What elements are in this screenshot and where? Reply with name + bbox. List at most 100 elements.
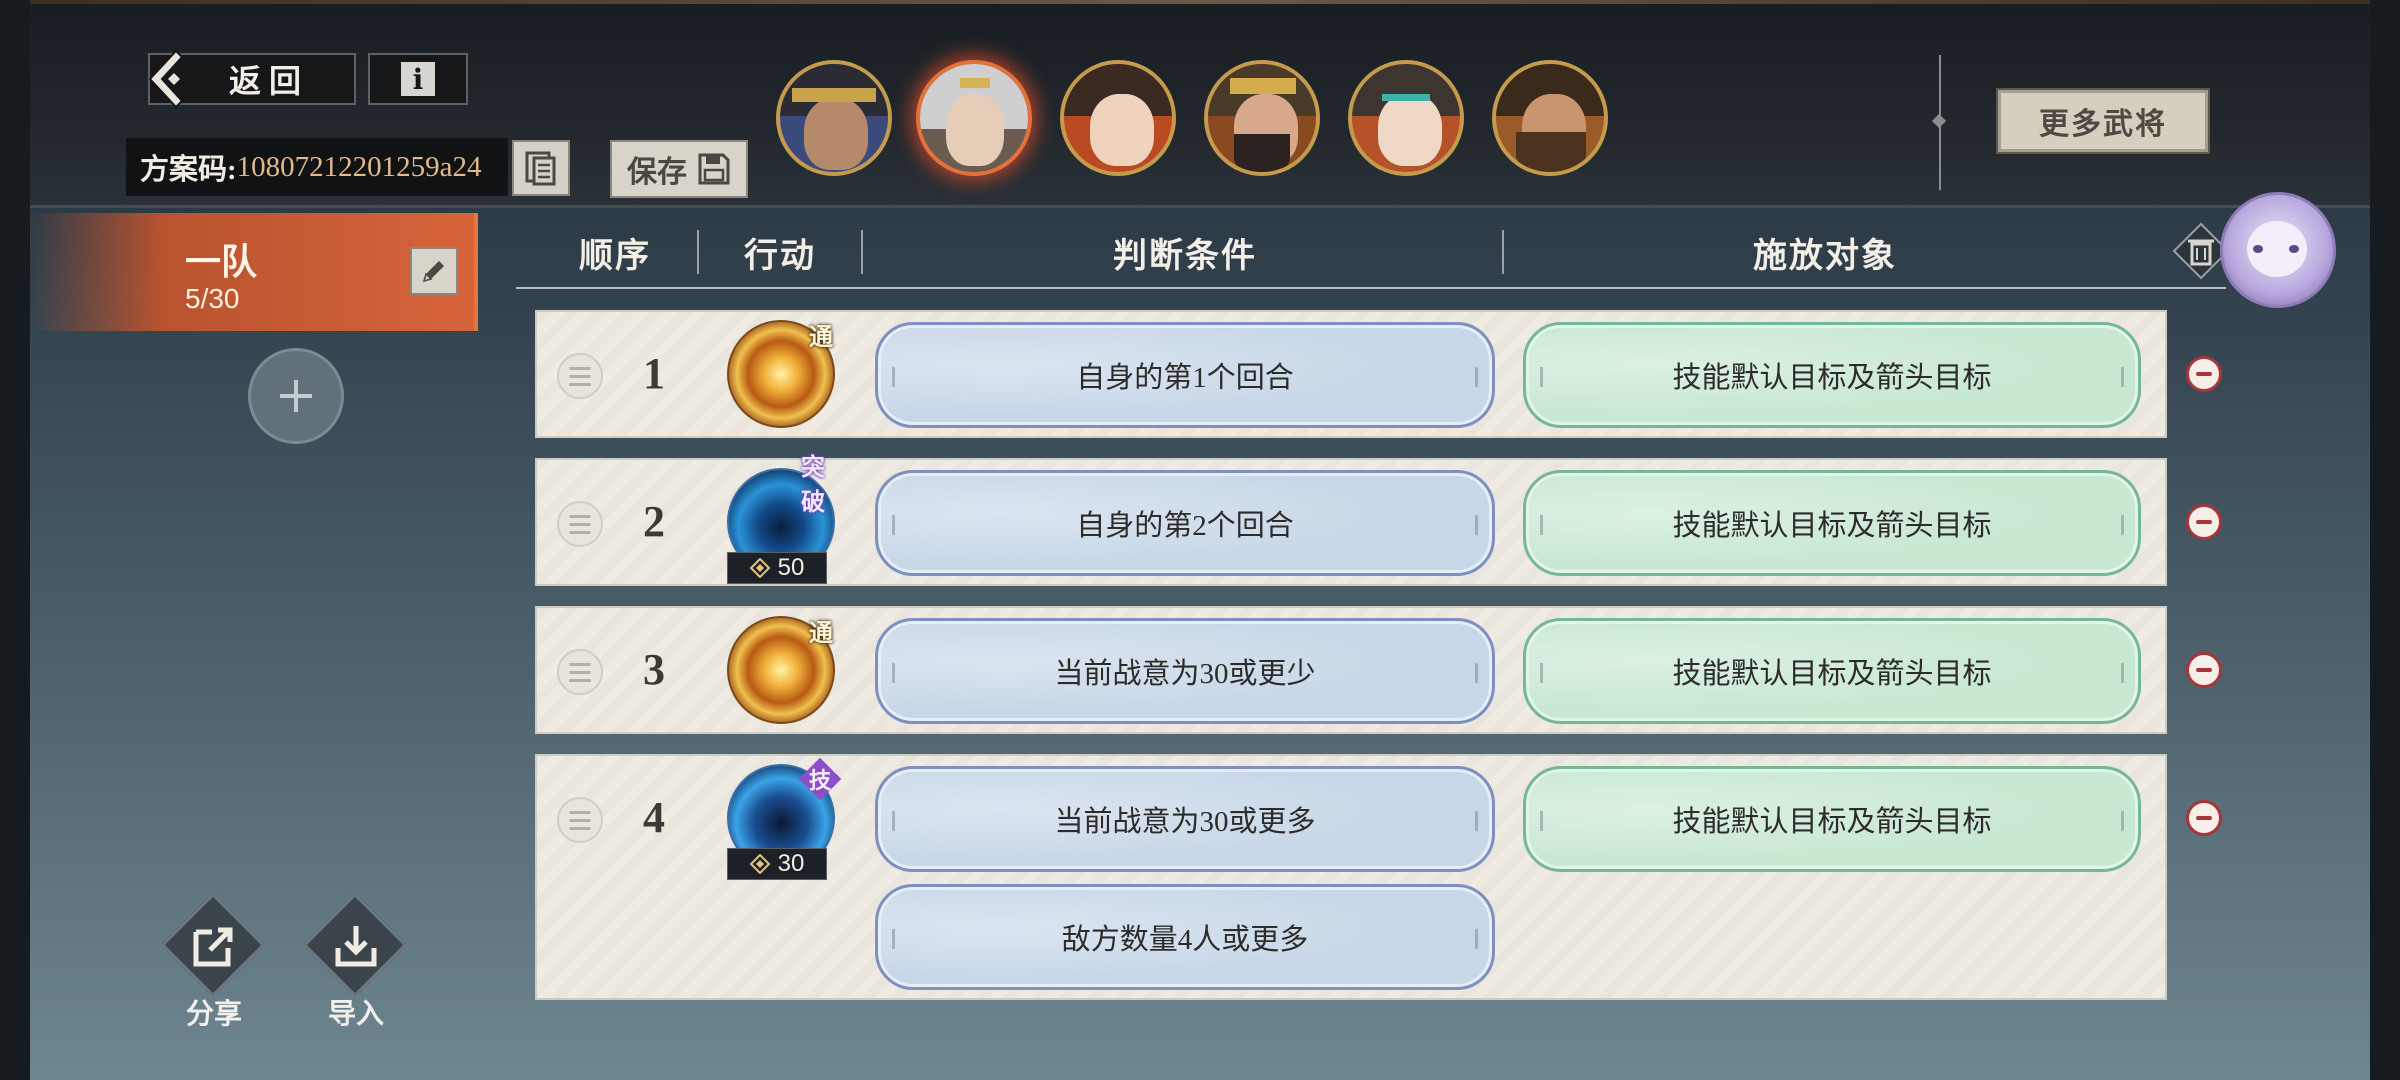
- pill-tick: [2121, 515, 2124, 535]
- target-text: 技能默认目标及箭头目标: [1672, 362, 1992, 394]
- condition-pill[interactable]: 当前战意为30或更多: [875, 766, 1495, 872]
- plan-code-label: 方案码:: [140, 154, 237, 186]
- skill-type-badge: 突破: [801, 455, 841, 516]
- remove-row-button[interactable]: [2186, 800, 2222, 836]
- pill-tick: [1540, 663, 1543, 683]
- info-button[interactable]: i: [368, 53, 468, 105]
- target-pill[interactable]: 技能默认目标及箭头目标: [1523, 766, 2141, 872]
- skill-action-icon[interactable]: 通: [727, 320, 835, 428]
- action-row[interactable]: 1 通自身的第1个回合 技能默认目标及箭头目标: [535, 310, 2167, 438]
- pill-tick: [892, 811, 895, 831]
- assistant-mascot-avatar[interactable]: [2220, 192, 2336, 308]
- pill-tick: [892, 929, 895, 949]
- share-label: 分享: [185, 999, 242, 1030]
- skill-type-text: 通: [809, 620, 833, 647]
- general-avatar-5[interactable]: [1348, 60, 1464, 176]
- right-frame-edge: [2370, 0, 2400, 1080]
- condition-pill[interactable]: 自身的第1个回合: [875, 322, 1495, 428]
- share-button[interactable]: 分享: [160, 892, 266, 1030]
- skill-type-text: 突破: [801, 455, 825, 516]
- drag-handle-icon[interactable]: [557, 501, 603, 547]
- save-disk-icon: [698, 153, 730, 185]
- remove-row-button[interactable]: [2186, 504, 2222, 540]
- condition-text: 自身的第2个回合: [1076, 510, 1294, 542]
- condition-text: 敌方数量4人或更多: [1061, 924, 1309, 956]
- row-order-number: 4: [643, 793, 665, 842]
- target-pill[interactable]: 技能默认目标及箭头目标: [1523, 322, 2141, 428]
- general-avatar-2[interactable]: [916, 60, 1032, 176]
- team-count: 5/30: [185, 283, 240, 314]
- condition-pill[interactable]: 当前战意为30或更少: [875, 618, 1495, 724]
- pill-tick: [2121, 663, 2124, 683]
- skill-type-badge: 通: [801, 314, 841, 354]
- general-avatar-3[interactable]: [1060, 60, 1176, 176]
- copy-code-button[interactable]: [512, 140, 570, 196]
- header-separator: [861, 230, 863, 274]
- pill-tick: [2121, 367, 2124, 387]
- general-avatar-1[interactable]: [776, 60, 892, 176]
- plan-code-value: 10807212201259a24: [236, 150, 482, 183]
- pill-tick: [1475, 367, 1478, 387]
- pill-tick: [1475, 811, 1478, 831]
- import-label: 导入: [327, 999, 384, 1030]
- general-avatar-6[interactable]: [1492, 60, 1608, 176]
- edit-team-button[interactable]: [410, 247, 458, 295]
- pill-tick: [1475, 663, 1478, 683]
- skill-type-text: 技: [808, 767, 832, 793]
- target-pill[interactable]: 技能默认目标及箭头目标: [1523, 618, 2141, 724]
- drag-handle-icon[interactable]: [557, 353, 603, 399]
- team-name: 一队: [185, 242, 258, 282]
- header-condition: 判断条件: [1113, 238, 1257, 275]
- pill-tick: [2121, 811, 2124, 831]
- minus-icon: [2196, 520, 2212, 524]
- pill-tick: [1540, 515, 1543, 535]
- save-button[interactable]: 保存: [610, 140, 748, 198]
- target-pill[interactable]: 技能默认目标及箭头目标: [1523, 470, 2141, 576]
- pill-tick: [892, 663, 895, 683]
- condition-text: 当前战意为30或更少: [1054, 658, 1316, 690]
- skill-action-icon[interactable]: 突破 50: [727, 455, 835, 584]
- condition-pill[interactable]: 敌方数量4人或更多: [875, 884, 1495, 990]
- more-generals-button[interactable]: 更多武将: [1996, 88, 2210, 154]
- drag-handle-icon[interactable]: [557, 797, 603, 843]
- remove-row-button[interactable]: [2186, 652, 2222, 688]
- pill-tick: [1540, 811, 1543, 831]
- import-icon: [335, 926, 377, 967]
- action-row[interactable]: 3 通当前战意为30或更少 技能默认目标及箭头目标: [535, 606, 2167, 734]
- pill-tick: [1475, 515, 1478, 535]
- condition-text: 自身的第1个回合: [1076, 362, 1294, 394]
- add-team-button[interactable]: [248, 348, 344, 444]
- target-text: 技能默认目标及箭头目标: [1672, 510, 1992, 542]
- import-button[interactable]: 导入: [302, 892, 408, 1030]
- row-order-number: 1: [643, 349, 665, 398]
- skill-type-badge: 通: [801, 610, 841, 650]
- skill-action-icon[interactable]: 技 30: [727, 757, 842, 880]
- remove-row-button[interactable]: [2186, 356, 2222, 392]
- copy-icon: [525, 151, 556, 186]
- skill-action-icon[interactable]: 通: [727, 616, 835, 724]
- pill-tick: [1540, 367, 1543, 387]
- header-separator: [1502, 230, 1504, 274]
- save-label: 保存: [627, 156, 687, 189]
- condition-pill[interactable]: 自身的第2个回合: [875, 470, 1495, 576]
- action-row[interactable]: 2 突破 50 自身的第2个回合 技能默认目标及箭头目标: [535, 455, 2167, 586]
- back-button[interactable]: 返回: [148, 49, 356, 109]
- minus-icon: [2196, 668, 2212, 672]
- general-avatar-4[interactable]: [1204, 60, 1320, 176]
- header-order: 顺序: [579, 238, 651, 275]
- target-text: 技能默认目标及箭头目标: [1672, 806, 1992, 838]
- minus-icon: [2196, 816, 2212, 820]
- energy-icon: [749, 558, 770, 578]
- skill-cost-value: 30: [777, 850, 805, 877]
- skill-cost: 50: [727, 552, 827, 584]
- info-icon: i: [401, 62, 435, 96]
- header-target: 施放对象: [1753, 238, 1897, 275]
- drag-handle-icon[interactable]: [557, 649, 603, 695]
- pencil-icon: [422, 261, 444, 283]
- pill-tick: [892, 367, 895, 387]
- row-order-number: 2: [643, 497, 665, 546]
- header-action: 行动: [744, 238, 816, 275]
- plan-code-box: 方案码: 10807212201259a24: [126, 138, 508, 196]
- minus-icon: [2196, 372, 2212, 376]
- action-row[interactable]: 4 技 30 当前战意为30或更多敌方数量4人或更多 技能默认目标及箭头目标: [535, 754, 2167, 1000]
